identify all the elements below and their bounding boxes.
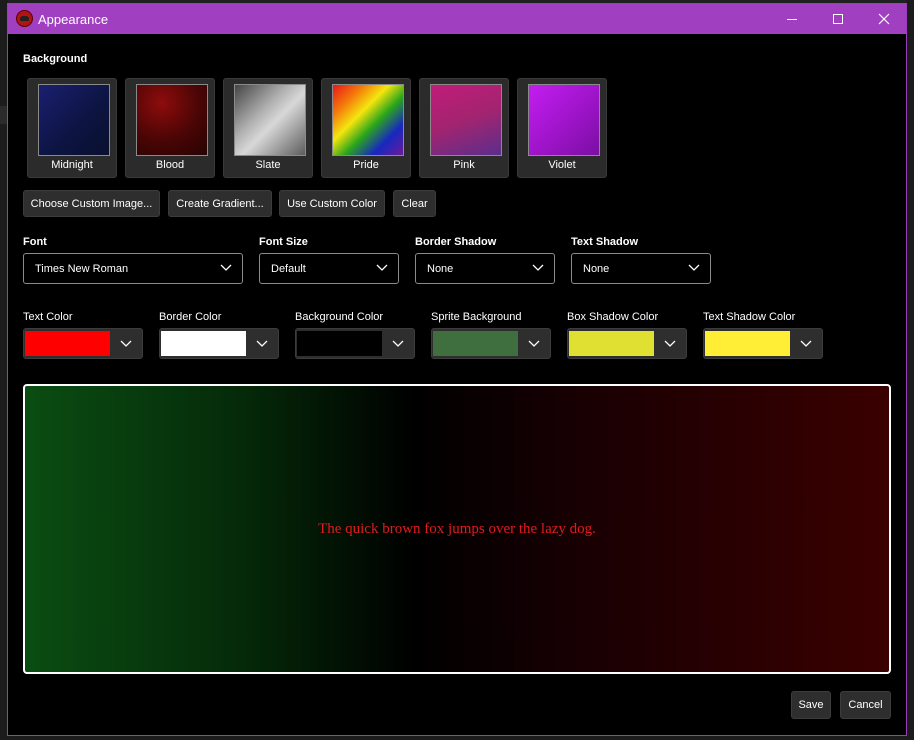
font-value: Times New Roman	[35, 263, 129, 275]
font-size-select[interactable]: Default	[259, 253, 399, 284]
sprite-background-picker[interactable]	[431, 328, 551, 359]
font-label: Font	[23, 236, 47, 248]
preset-label: Slate	[255, 159, 281, 171]
text-shadow-color-picker[interactable]	[703, 328, 823, 359]
text-shadow-value: None	[583, 263, 610, 275]
maximize-button[interactable]	[815, 4, 861, 34]
box-shadow-color-label: Box Shadow Color	[567, 311, 659, 323]
chevron-down-icon	[392, 340, 404, 347]
chevron-down-icon	[532, 264, 544, 271]
background-app-edge-right	[906, 0, 914, 740]
background-color-swatch	[297, 331, 382, 356]
preset-pink[interactable]: Pink	[419, 78, 509, 178]
border-shadow-label: Border Shadow	[415, 236, 497, 248]
pink-thumbnail	[430, 84, 502, 156]
box-shadow-color-swatch	[569, 331, 654, 356]
appearance-dialog: Appearance Background Midnight Blood Sla…	[7, 3, 907, 736]
save-button[interactable]: Save	[791, 691, 831, 719]
chevron-down-icon	[120, 340, 132, 347]
window-title: Appearance	[38, 12, 109, 27]
close-button[interactable]	[861, 4, 906, 34]
slate-thumbnail	[234, 84, 306, 156]
text-color-label: Text Color	[23, 311, 73, 323]
blood-thumbnail	[136, 84, 208, 156]
chevron-down-icon	[800, 340, 812, 347]
midnight-thumbnail	[38, 84, 110, 156]
text-color-picker[interactable]	[23, 328, 143, 359]
chevron-down-icon	[688, 264, 700, 271]
preset-midnight[interactable]: Midnight	[27, 78, 117, 178]
preset-pride[interactable]: Pride	[321, 78, 411, 178]
background-color-picker[interactable]	[295, 328, 415, 359]
preset-blood[interactable]: Blood	[125, 78, 215, 178]
chevron-down-icon	[376, 264, 388, 271]
font-select[interactable]: Times New Roman	[23, 253, 243, 284]
font-size-value: Default	[271, 263, 306, 275]
preview-panel: The quick brown fox jumps over the lazy …	[23, 384, 891, 674]
close-icon	[878, 13, 890, 25]
violet-thumbnail	[528, 84, 600, 156]
font-size-label: Font Size	[259, 236, 308, 248]
box-shadow-color-picker[interactable]	[567, 328, 687, 359]
app-logo-icon	[16, 10, 33, 27]
text-shadow-color-label: Text Shadow Color	[703, 311, 796, 323]
text-shadow-select[interactable]: None	[571, 253, 711, 284]
maximize-icon	[833, 14, 843, 24]
sprite-background-swatch	[433, 331, 518, 356]
cancel-button[interactable]: Cancel	[840, 691, 891, 719]
background-color-label: Background Color	[295, 311, 384, 323]
preset-label: Violet	[548, 159, 576, 171]
dialog-content: Background Midnight Blood Slate Pride Pi…	[8, 34, 906, 735]
choose-custom-image-button[interactable]: Choose Custom Image...	[23, 190, 160, 217]
minimize-button[interactable]	[769, 4, 815, 34]
sprite-background-label: Sprite Background	[431, 311, 522, 323]
text-shadow-label: Text Shadow	[571, 236, 639, 248]
preview-text: The quick brown fox jumps over the lazy …	[318, 521, 596, 537]
border-color-label: Border Color	[159, 311, 222, 323]
text-color-swatch	[25, 331, 110, 356]
preset-label: Midnight	[51, 159, 93, 171]
use-custom-color-button[interactable]: Use Custom Color	[279, 190, 385, 217]
pride-thumbnail	[332, 84, 404, 156]
background-section-title: Background	[23, 53, 88, 65]
text-shadow-color-swatch	[705, 331, 790, 356]
border-shadow-value: None	[427, 263, 454, 275]
create-gradient-button[interactable]: Create Gradient...	[168, 190, 272, 217]
border-shadow-select[interactable]: None	[415, 253, 555, 284]
minimize-icon	[787, 18, 797, 20]
preset-violet[interactable]: Violet	[517, 78, 607, 178]
border-color-swatch	[161, 331, 246, 356]
clear-background-button[interactable]: Clear	[393, 190, 436, 217]
chevron-down-icon	[256, 340, 268, 347]
preset-label: Pride	[353, 159, 379, 171]
title-bar[interactable]: Appearance	[8, 4, 906, 34]
border-color-picker[interactable]	[159, 328, 279, 359]
chevron-down-icon	[528, 340, 540, 347]
chevron-down-icon	[664, 340, 676, 347]
preset-label: Pink	[453, 159, 475, 171]
chevron-down-icon	[220, 264, 232, 271]
preset-slate[interactable]: Slate	[223, 78, 313, 178]
preset-label: Blood	[155, 159, 185, 171]
